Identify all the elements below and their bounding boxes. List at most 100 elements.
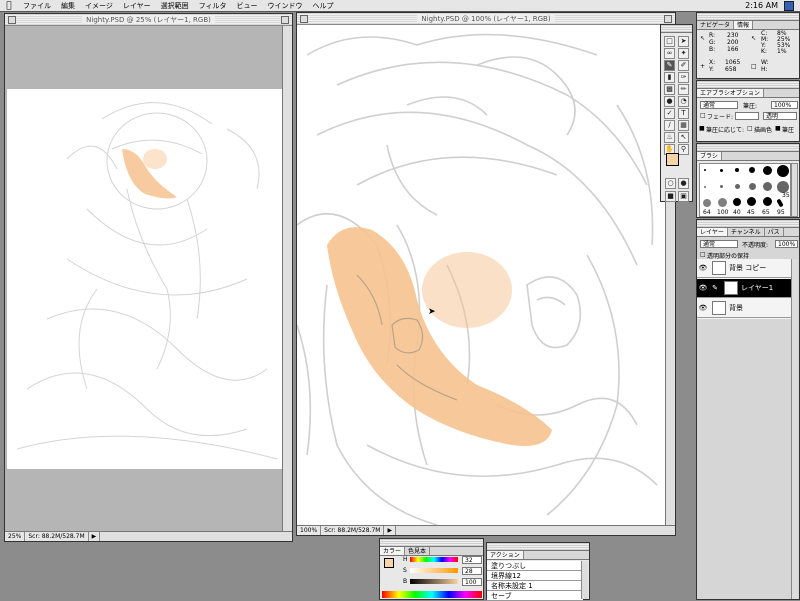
preserve-transparency-checkbox[interactable]: □: [700, 251, 706, 258]
action-item[interactable]: 境界線12: [487, 571, 583, 581]
menu-file[interactable]: ファイル: [18, 0, 56, 12]
menu-select[interactable]: 選択範囲: [156, 0, 194, 12]
brush-preset[interactable]: [720, 169, 723, 172]
options-title-bar[interactable]: [697, 81, 799, 89]
brush-preset[interactable]: [735, 184, 740, 189]
layer-row-selected[interactable]: 👁 ✎ レイヤー1: [697, 279, 792, 298]
measure-tool-icon[interactable]: ∕: [664, 120, 675, 131]
saturation-slider[interactable]: [410, 568, 458, 573]
marquee-tool-icon[interactable]: □: [664, 36, 675, 47]
eraser-tool-icon[interactable]: ▩: [664, 84, 675, 95]
brush-preset[interactable]: [749, 167, 755, 173]
status-arrow-icon[interactable]: ▶: [89, 532, 101, 541]
brush-grid[interactable]: 64 100 40 45 65 35 95: [699, 163, 791, 217]
zoom-tool-icon[interactable]: ⚲: [678, 144, 689, 155]
zoom-box-icon[interactable]: [664, 15, 672, 23]
menu-help[interactable]: ヘルプ: [308, 0, 339, 12]
airbrush-tool-icon[interactable]: ✎: [664, 60, 675, 71]
document-horizontal-scrollbar[interactable]: [100, 532, 292, 541]
menu-filter[interactable]: フィルタ: [194, 0, 232, 12]
move-tool-icon[interactable]: ➤: [678, 36, 689, 47]
brush-preset[interactable]: [763, 197, 772, 206]
brush-preset[interactable]: [777, 165, 789, 177]
saturation-field[interactable]: 28: [462, 567, 482, 575]
stylus-pressure-checkbox[interactable]: ■: [775, 125, 781, 132]
action-item[interactable]: 塗りつぶし: [487, 561, 583, 571]
menu-edit[interactable]: 編集: [56, 0, 80, 12]
brush-preset[interactable]: [704, 169, 706, 171]
status-arrow-icon[interactable]: ▶: [384, 526, 397, 535]
hue-field[interactable]: 32: [462, 556, 482, 564]
info-title-bar[interactable]: [697, 13, 799, 21]
brush-preset[interactable]: [749, 183, 756, 190]
toolbox-title-bar[interactable]: [661, 25, 692, 33]
color-spectrum-ramp[interactable]: [382, 591, 482, 598]
brush-preset[interactable]: [703, 199, 711, 207]
tab-brushes[interactable]: ブラシ: [697, 152, 722, 160]
menu-window[interactable]: ウインドウ: [263, 0, 308, 12]
document-horizontal-scrollbar-main[interactable]: [396, 526, 675, 535]
pressure-field[interactable]: 100%: [771, 101, 798, 109]
brush-preset[interactable]: [747, 197, 756, 206]
tab-airbrush-options[interactable]: エアブラシオプション: [697, 89, 764, 97]
fade-to-select[interactable]: 透明: [763, 112, 797, 120]
tab-navigator[interactable]: ナビゲータ: [697, 21, 735, 29]
history-brush-tool-icon[interactable]: ✑: [678, 72, 689, 83]
menu-view[interactable]: ビュー: [232, 0, 263, 12]
brush-preset[interactable]: [735, 168, 739, 172]
paint-bucket-tool-icon[interactable]: ♨: [664, 132, 675, 143]
eyedropper-tool-icon[interactable]: ↖: [678, 132, 689, 143]
hue-slider[interactable]: [410, 557, 458, 562]
document-canvas-100[interactable]: [297, 25, 665, 527]
rubber-stamp-tool-icon[interactable]: ▮: [664, 72, 675, 83]
document-canvas-25[interactable]: [7, 89, 283, 469]
dodge-tool-icon[interactable]: ◔: [678, 96, 689, 107]
actions-title-bar[interactable]: [487, 543, 589, 551]
lasso-tool-icon[interactable]: ∞: [664, 48, 675, 59]
brightness-field[interactable]: 100: [462, 578, 482, 586]
brushes-scrollbar[interactable]: [791, 163, 798, 217]
type-tool-icon[interactable]: T: [678, 108, 689, 119]
layers-scrollbar[interactable]: [791, 259, 798, 599]
document-window-100[interactable]: Nighty.PSD @ 100% (レイヤー1, RGB) 100% Scr:…: [296, 12, 676, 536]
action-item[interactable]: 名称未設定 1: [487, 581, 583, 591]
brightness-slider[interactable]: [410, 579, 458, 584]
document-title-bar-main[interactable]: Nighty.PSD @ 100% (レイヤー1, RGB): [297, 13, 675, 25]
document-title-bar[interactable]: Nighty.PSD @ 25% (レイヤー1, RGB): [5, 14, 292, 26]
eye-visibility-icon[interactable]: 👁: [697, 264, 709, 272]
application-icon[interactable]: [784, 0, 794, 11]
tab-swatches[interactable]: 色見本: [405, 547, 431, 555]
color-foreground-swatch[interactable]: [384, 558, 394, 568]
stylus-checkbox[interactable]: ■: [699, 125, 705, 132]
document-window-25[interactable]: Nighty.PSD @ 25% (レイヤー1, RGB) 25% Scr: 8…: [4, 13, 293, 542]
brushes-title-bar[interactable]: [697, 144, 799, 152]
quick-mask-mode-icon[interactable]: ○: [665, 178, 676, 189]
eye-visibility-icon[interactable]: 👁: [697, 284, 709, 292]
zoom-level[interactable]: 25%: [5, 532, 26, 541]
zoom-box-icon[interactable]: [281, 16, 289, 24]
foreground-color-swatch[interactable]: [666, 153, 679, 166]
brush-preset[interactable]: [763, 182, 772, 191]
tab-color[interactable]: カラー: [380, 547, 406, 555]
brush-preset[interactable]: [720, 185, 723, 188]
close-box-icon[interactable]: [8, 16, 16, 24]
menu-layer[interactable]: レイヤー: [118, 0, 156, 12]
tab-actions[interactable]: アクション: [487, 551, 524, 559]
paintbrush-tool-icon[interactable]: ✐: [678, 60, 689, 71]
fade-checkbox[interactable]: □: [700, 112, 706, 119]
fade-steps-field[interactable]: [735, 112, 759, 120]
standard-mode-icon[interactable]: ●: [678, 178, 689, 189]
close-box-icon[interactable]: [300, 15, 308, 23]
layers-title-bar[interactable]: [697, 220, 799, 228]
zoom-level-main[interactable]: 100%: [297, 526, 322, 535]
layer-blend-mode-select[interactable]: 通常: [700, 240, 738, 248]
actions-scrollbar[interactable]: [581, 561, 588, 599]
pencil-tool-icon[interactable]: ✏: [678, 84, 689, 95]
brush-preset[interactable]: [704, 186, 706, 188]
tab-info[interactable]: 情報: [734, 21, 754, 29]
brush-preset[interactable]: [763, 166, 772, 175]
color-title-bar[interactable]: [380, 539, 483, 547]
layer-row[interactable]: 👁 背景: [697, 299, 792, 318]
stylus-color-checkbox[interactable]: □: [747, 125, 753, 132]
brush-preset[interactable]: [733, 198, 741, 206]
